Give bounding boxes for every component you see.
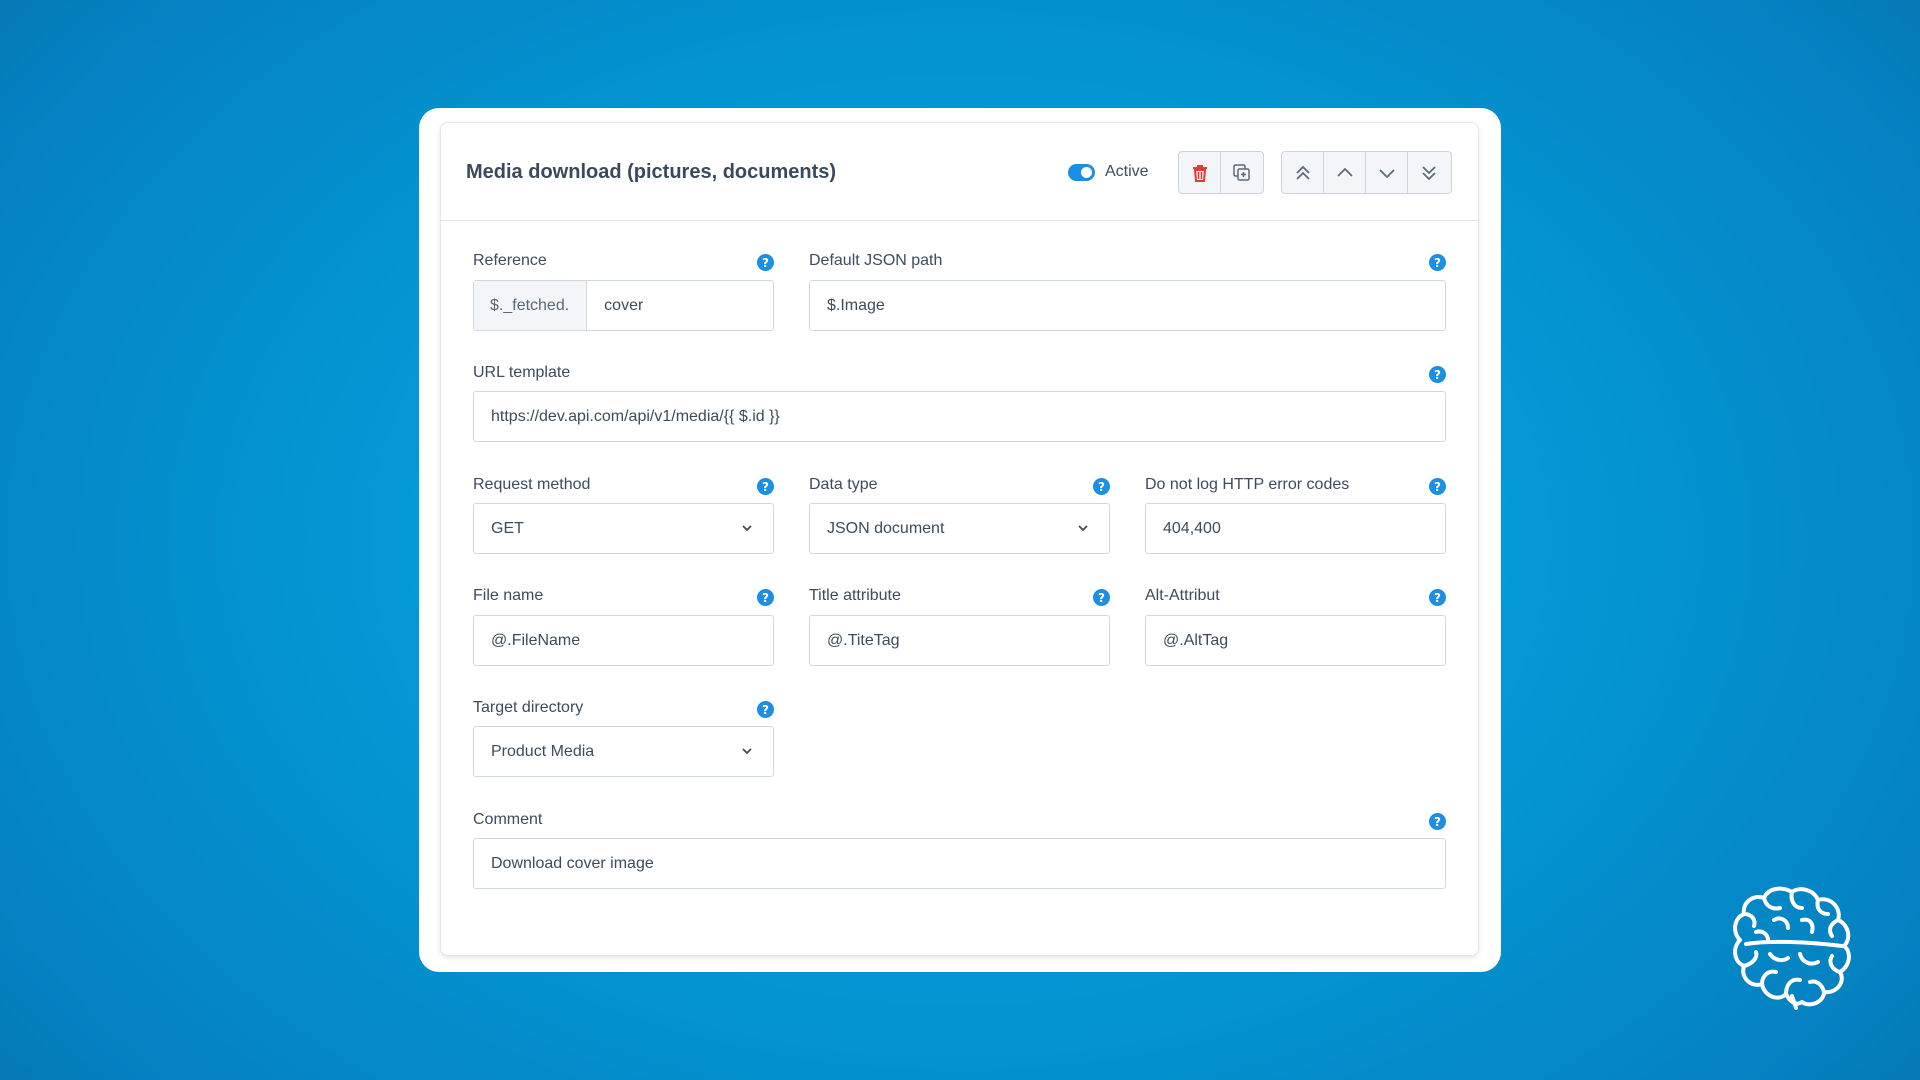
brain-icon (1730, 884, 1854, 1017)
request-method-select[interactable]: GET (473, 503, 774, 554)
url-template-label: URL template (473, 364, 571, 381)
url-template-input[interactable]: https://dev.api.com/api/v1/media/{{ $.id… (473, 391, 1446, 442)
chevron-down-icon (741, 744, 753, 762)
alt-attribute-label: Alt-Attribut (1145, 587, 1220, 604)
move-button-group (1281, 151, 1452, 194)
chevron-down-icon (1378, 164, 1396, 182)
chevron-down-icon (1077, 521, 1089, 539)
duplicate-button[interactable] (1221, 152, 1262, 193)
default-json-path-input[interactable]: $.Image (809, 280, 1446, 331)
active-label: Active (1105, 163, 1149, 180)
duplicate-icon (1232, 163, 1251, 182)
default-json-path-help-icon[interactable]: ? (1429, 254, 1446, 271)
comment-input[interactable]: Download cover image (473, 838, 1446, 889)
default-json-path-value: $.Image (827, 296, 885, 314)
default-json-path-label: Default JSON path (809, 252, 943, 269)
file-name-help-icon[interactable]: ? (757, 589, 774, 606)
data-type-help-icon[interactable]: ? (1093, 478, 1110, 495)
trash-icon (1192, 164, 1208, 182)
alt-attribute-input[interactable]: @.AltTag (1145, 615, 1446, 666)
double-chevron-down-icon (1420, 164, 1438, 182)
file-name-label: File name (473, 587, 544, 604)
reference-label: Reference (473, 252, 547, 269)
no-log-codes-value: 404,400 (1163, 519, 1221, 537)
comment-value: Download cover image (491, 854, 654, 872)
reference-field: $._fetched. cover (473, 280, 774, 331)
url-template-value: https://dev.api.com/api/v1/media/{{ $.id… (491, 407, 780, 425)
target-directory-help-icon[interactable]: ? (757, 701, 774, 718)
no-log-codes-input[interactable]: 404,400 (1145, 503, 1446, 554)
reference-prefix: $._fetched. (474, 281, 588, 330)
request-method-help-icon[interactable]: ? (757, 478, 774, 495)
request-method-label: Request method (473, 476, 591, 493)
data-type-label: Data type (809, 476, 878, 493)
edit-button-group (1178, 151, 1264, 194)
alt-attribute-help-icon[interactable]: ? (1429, 589, 1446, 606)
move-up-button[interactable] (1324, 152, 1366, 193)
file-name-input[interactable]: @.FileName (473, 615, 774, 666)
card-title: Media download (pictures, documents) (466, 161, 837, 183)
file-name-value: @.FileName (491, 631, 581, 649)
chevron-up-icon (1336, 164, 1354, 182)
reference-input[interactable]: cover (587, 297, 643, 315)
chevron-down-icon (741, 521, 753, 539)
comment-help-icon[interactable]: ? (1429, 813, 1446, 830)
target-directory-label: Target directory (473, 699, 584, 716)
data-type-select[interactable]: JSON document (809, 503, 1110, 554)
move-bottom-button[interactable] (1408, 152, 1449, 193)
move-down-button[interactable] (1366, 152, 1408, 193)
card-header: Media download (pictures, documents) Act… (441, 123, 1478, 221)
title-attribute-help-icon[interactable]: ? (1093, 589, 1110, 606)
active-toggle[interactable] (1068, 164, 1095, 181)
title-attribute-input[interactable]: @.TiteTag (809, 615, 1110, 666)
request-method-value: GET (491, 519, 524, 537)
move-top-button[interactable] (1282, 152, 1324, 193)
title-attribute-value: @.TiteTag (827, 631, 900, 649)
title-attribute-label: Title attribute (809, 587, 901, 604)
delete-button[interactable] (1179, 152, 1221, 193)
data-type-value: JSON document (827, 519, 945, 537)
url-template-help-icon[interactable]: ? (1429, 366, 1446, 383)
reference-help-icon[interactable]: ? (757, 254, 774, 271)
media-download-card: Media download (pictures, documents) Act… (440, 122, 1479, 956)
target-directory-value: Product Media (491, 742, 595, 760)
no-log-codes-help-icon[interactable]: ? (1429, 478, 1446, 495)
no-log-codes-label: Do not log HTTP error codes (1145, 476, 1350, 493)
comment-label: Comment (473, 811, 543, 828)
target-directory-select[interactable]: Product Media (473, 726, 774, 777)
alt-attribute-value: @.AltTag (1163, 631, 1229, 649)
double-chevron-up-icon (1294, 164, 1312, 182)
